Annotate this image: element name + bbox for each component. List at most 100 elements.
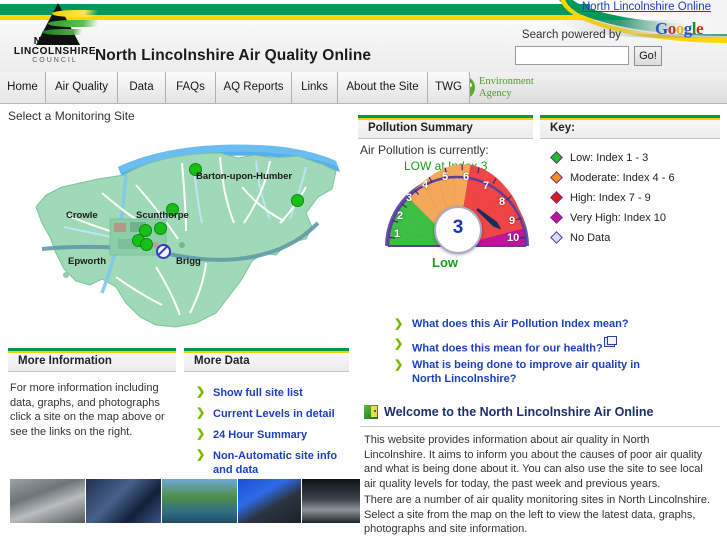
google-letter-o1: o — [667, 19, 677, 38]
logo-text-lincolnshire: LINCOLNSHIRE — [13, 46, 97, 57]
search-go-button[interactable]: Go! — [634, 46, 662, 66]
nav-tab-label: About the Site — [346, 81, 419, 93]
welcome-paragraph-2: There are a number of air quality monito… — [364, 494, 711, 535]
google-logo: Google — [655, 19, 704, 39]
new-window-icon — [603, 336, 617, 347]
logo-text-council: COUNCIL — [32, 57, 78, 64]
key-label-very-high: Very High: Index 10 — [570, 212, 667, 224]
logo-brush-green-2 — [41, 29, 83, 35]
chevron-right-icon: ❯ — [394, 359, 404, 371]
open-door-icon — [364, 405, 378, 419]
logo-brush-yellow — [51, 10, 99, 17]
gauge-number-6: 6 — [463, 171, 470, 183]
key-diamond-very-high-icon — [550, 211, 563, 224]
more-information-title: More Information — [18, 355, 112, 367]
google-letter-o2: o — [675, 19, 685, 38]
key-panel-header: Key: — [540, 115, 720, 139]
map-marker-no-data[interactable] — [156, 244, 171, 259]
page-title: North Lincolnshire Air Quality Online — [95, 47, 372, 64]
gauge-number-7: 7 — [483, 180, 490, 192]
select-monitoring-site-label: Select a Monitoring Site — [8, 109, 135, 123]
main-content: Select a Monitoring Site Barton-upon-Hum… — [0, 103, 727, 545]
nav-tab-label: TWG — [435, 81, 462, 93]
ea-label-line1: Environment — [479, 76, 534, 87]
chevron-right-icon: ❯ — [394, 318, 404, 330]
more-data-panel-header: More Data — [184, 348, 349, 372]
gauge-number-10: 10 — [507, 232, 520, 244]
photo-canal-river — [162, 479, 237, 523]
more-information-panel-header: More Information — [8, 348, 176, 372]
ea-label: Environment Agency — [479, 76, 534, 99]
key-label-moderate: Moderate: Index 4 - 6 — [570, 172, 675, 184]
link-current-levels-in-detail[interactable]: Current Levels in detail — [213, 407, 353, 421]
search-input[interactable] — [515, 46, 629, 65]
pollution-index-gauge: 1 2 3 4 5 6 7 8 9 10 3 — [383, 158, 531, 254]
panel-yellow-bar — [184, 351, 349, 353]
pollution-status-line: Air Pollution is currently: — [360, 143, 489, 157]
logo-brush-green-1 — [47, 20, 99, 27]
link-non-automatic-site-info[interactable]: Non-Automatic site info and data — [213, 449, 358, 477]
welcome-title: Welcome to the North Lincolnshire Air On… — [384, 405, 654, 419]
link-health-meaning-text: What does this mean for our health? — [412, 342, 603, 355]
gauge-number-5: 5 — [442, 171, 449, 183]
key-diamond-no-data-icon — [550, 231, 563, 244]
link-24-hour-summary[interactable]: 24 Hour Summary — [213, 428, 353, 442]
nav-tab-about-the-site[interactable]: About the Site — [338, 72, 428, 103]
chevron-right-icon: ❯ — [394, 338, 404, 350]
map-label-crowle: Crowle — [66, 210, 98, 221]
panel-yellow-bar — [8, 351, 176, 353]
gauge-number-9: 9 — [509, 215, 516, 227]
monitoring-site-map[interactable]: Barton-upon-Humber Crowle Scunthorpe Epw… — [6, 127, 346, 339]
nav-tab-twg[interactable]: TWG — [428, 72, 470, 103]
welcome-paragraph-1: This website provides information about … — [364, 434, 703, 490]
search-powered-by-label: Search powered by — [521, 29, 621, 41]
link-improving-air-quality[interactable]: What is being done to improve air qualit… — [412, 358, 662, 386]
north-lincolnshire-online-link[interactable]: North Lincolnshire Online — [582, 1, 711, 13]
link-what-does-index-mean[interactable]: What does this Air Pollution Index mean? — [412, 317, 712, 331]
environment-agency-logo: Environment Agency — [452, 75, 572, 101]
gauge-number-4: 4 — [422, 179, 429, 191]
nav-tab-links[interactable]: Links — [292, 72, 338, 103]
map-marker-site[interactable] — [291, 194, 304, 207]
nav-tab-label: AQ Reports — [223, 81, 284, 93]
key-diamond-moderate-icon — [550, 171, 563, 184]
google-letter-e: e — [695, 19, 704, 38]
pollution-summary-title: Pollution Summary — [368, 122, 473, 134]
nav-tab-faqs[interactable]: FAQs — [166, 72, 216, 103]
map-marker-site[interactable] — [154, 222, 167, 235]
map-label-brigg: Brigg — [176, 256, 201, 267]
gauge-number-1: 1 — [394, 228, 401, 240]
photo-cooling-towers — [238, 479, 301, 523]
key-label-no-data: No Data — [570, 232, 611, 244]
map-label-barton: Barton-upon-Humber — [196, 171, 293, 182]
gauge-value: 3 — [452, 217, 464, 238]
nav-tab-label: Home — [7, 81, 38, 93]
link-show-full-site-list[interactable]: Show full site list — [213, 386, 353, 400]
council-logo: NORTH LINCOLNSHIRE COUNCIL — [12, 3, 99, 65]
link-health-meaning[interactable]: What does this mean for our health? — [412, 336, 712, 356]
map-marker-site[interactable] — [140, 238, 153, 251]
gauge-number-3: 3 — [406, 192, 413, 204]
nav-tab-home[interactable]: Home — [0, 72, 46, 103]
nav-tab-aq-reports[interactable]: AQ Reports — [216, 72, 292, 103]
key-panel-title: Key: — [550, 122, 575, 134]
chevron-right-icon: ❯ — [196, 428, 206, 440]
photo-motorway-traffic — [10, 479, 85, 523]
key-diamond-low-icon — [550, 151, 563, 164]
site-banner: NORTH LINCOLNSHIRE COUNCIL North Lincoln… — [0, 0, 727, 72]
map-label-epworth: Epworth — [68, 256, 106, 267]
panel-yellow-bar — [540, 118, 720, 120]
more-information-body: For more information including data, gra… — [10, 382, 165, 438]
gauge-center-hub: 3 — [434, 206, 482, 254]
nav-tab-data[interactable]: Data — [118, 72, 166, 103]
nav-tab-label: Links — [301, 81, 328, 93]
key-diamond-high-icon — [550, 191, 563, 204]
nav-tab-label: Data — [129, 81, 154, 93]
google-letter-g2: g — [683, 19, 693, 38]
nav-tab-label: FAQs — [176, 81, 205, 93]
ea-label-line2: Agency — [479, 87, 512, 99]
gauge-number-8: 8 — [499, 196, 506, 208]
chevron-right-icon: ❯ — [196, 407, 206, 419]
nav-tab-air-quality[interactable]: Air Quality — [46, 72, 118, 103]
chevron-right-icon: ❯ — [196, 449, 206, 461]
